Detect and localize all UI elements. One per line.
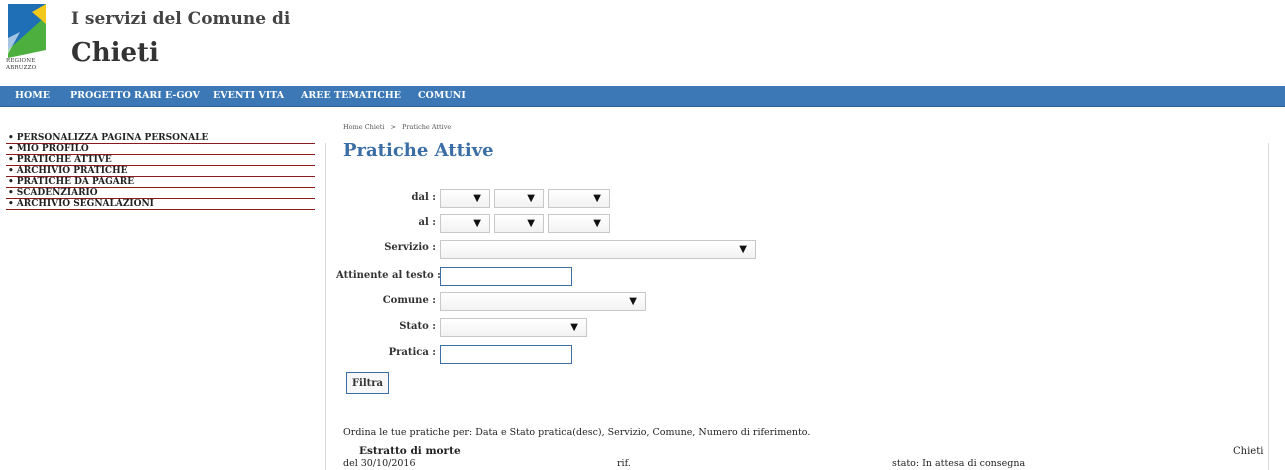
nav-item-home[interactable]: HOME (15, 90, 50, 101)
nav-item-aree-tematiche[interactable]: AREE TEMATICHE (301, 90, 401, 101)
logo-caption: REGIONE ABRUZZO (6, 58, 37, 71)
breadcrumb-current: Pratiche Attive (402, 123, 452, 131)
result-comune: Chieti (1233, 446, 1264, 457)
sort-instructions[interactable]: Ordina le tue pratiche per: Data e Stato… (343, 427, 810, 438)
stato-select[interactable]: ▼ (440, 318, 587, 337)
result-title[interactable]: Estratto di morte (359, 445, 461, 457)
bullet-icon: • (8, 199, 14, 209)
sidebar-item-personalizza[interactable]: • PERSONALIZZA PAGINA PERSONALE (6, 133, 315, 144)
dal-label: dal : (411, 192, 436, 203)
sidebar-item-archivio-segnalazioni[interactable]: • ARCHIVIO SEGNALAZIONI (6, 199, 315, 210)
attinente-label: Attinente al testo : (336, 270, 441, 281)
sidebar-item-pratiche-attive[interactable]: • PRATICHE ATTIVE (6, 155, 315, 166)
stato-label: Stato : (399, 321, 436, 332)
result-stato: stato: In attesa di consegna (892, 458, 1026, 469)
sidebar-item-pratiche-da-pagare[interactable]: • PRATICHE DA PAGARE (6, 177, 315, 188)
chevron-down-icon: ▼ (629, 296, 637, 307)
abruzzo-logo-icon (8, 4, 46, 58)
sidebar-item-label: MIO PROFILO (16, 144, 89, 154)
bullet-icon: • (8, 144, 14, 154)
bullet-icon: • (8, 188, 14, 198)
main-navbar: HOME PROGETTO RARI E-GOV EVENTI VITA ARE… (0, 86, 1285, 107)
chevron-down-icon: ▼ (739, 244, 747, 255)
sidebar-item-archivio-pratiche[interactable]: • ARCHIVIO PRATICHE (6, 166, 315, 177)
bullet-icon: • (8, 133, 14, 143)
dal-day-select[interactable]: ▼ (440, 189, 490, 208)
chevron-down-icon: ▼ (593, 193, 601, 204)
chevron-down-icon: ▼ (570, 322, 578, 333)
breadcrumb-home-link[interactable]: Home Chieti (343, 123, 384, 131)
result-rif: rif. (617, 458, 631, 469)
chevron-down-icon: ▼ (593, 218, 601, 229)
sidebar-item-label: SCADENZIARIO (16, 188, 98, 198)
site-subtitle: I servizi del Comune di (71, 9, 291, 29)
sidebar-item-label: PERSONALIZZA PAGINA PERSONALE (16, 133, 209, 143)
sidebar-menu: • PERSONALIZZA PAGINA PERSONALE • MIO PROF… (6, 133, 315, 210)
chevron-down-icon: ▼ (527, 218, 535, 229)
breadcrumb: Home Chieti > Pratiche Attive (343, 123, 455, 131)
comune-select[interactable]: ▼ (440, 292, 646, 311)
nav-item-progetto-rari[interactable]: PROGETTO RARI E-GOV (70, 90, 200, 101)
chevron-down-icon: ▼ (527, 193, 535, 204)
result-date: del 30/10/2016 (343, 458, 416, 469)
page-title: Pratiche Attive (343, 140, 494, 161)
filtra-button[interactable]: Filtra (346, 372, 389, 394)
attinente-input[interactable] (440, 267, 572, 286)
dal-year-select[interactable]: ▼ (548, 189, 610, 208)
sidebar-item-label: PRATICHE DA PAGARE (16, 177, 135, 187)
sidebar-item-mio-profilo[interactable]: • MIO PROFILO (6, 144, 315, 155)
al-year-select[interactable]: ▼ (548, 214, 610, 233)
sidebar-item-label: PRATICHE ATTIVE (16, 155, 112, 165)
al-label: al : (418, 217, 436, 228)
bullet-icon: • (8, 155, 14, 165)
sidebar-item-label: ARCHIVIO PRATICHE (16, 166, 128, 176)
pratica-input[interactable] (440, 345, 572, 364)
breadcrumb-separator: > (390, 123, 396, 131)
al-month-select[interactable]: ▼ (494, 214, 544, 233)
servizio-select[interactable]: ▼ (440, 240, 756, 259)
site-header: REGIONE ABRUZZO I servizi del Comune di … (0, 0, 1285, 86)
nav-item-comuni[interactable]: COMUNI (418, 90, 466, 101)
sidebar-item-scadenziario[interactable]: • SCADENZIARIO (6, 188, 315, 199)
site-title[interactable]: Chieti (71, 38, 159, 68)
sidebar-item-label: ARCHIVIO SEGNALAZIONI (16, 199, 154, 209)
bullet-icon: • (8, 177, 14, 187)
content-left-border (325, 143, 326, 470)
comune-label: Comune : (382, 295, 436, 306)
servizio-label: Servizio : (384, 242, 436, 253)
bullet-icon: • (8, 166, 14, 176)
chevron-down-icon: ▼ (473, 193, 481, 204)
nav-item-eventi-vita[interactable]: EVENTI VITA (213, 90, 284, 101)
content-right-border (1268, 143, 1269, 470)
chevron-down-icon: ▼ (473, 218, 481, 229)
al-day-select[interactable]: ▼ (440, 214, 490, 233)
dal-month-select[interactable]: ▼ (494, 189, 544, 208)
pratica-label: Pratica : (388, 347, 436, 358)
